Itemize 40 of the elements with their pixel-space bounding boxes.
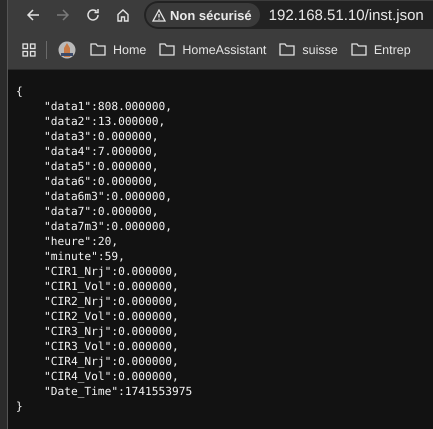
- json-brace: {: [16, 84, 24, 99]
- json-line: "CIR1_Vol":0.000000,: [44, 280, 179, 293]
- address-bar[interactable]: Non sécurisé 192.168.51.10/inst.json: [144, 1, 433, 29]
- url-text: 192.168.51.10/inst.json: [268, 6, 424, 24]
- json-line: "CIR4_Nrj":0.000000,: [44, 355, 179, 368]
- json-line: "data1":808.000000,: [44, 100, 172, 113]
- folder-icon: [279, 43, 296, 56]
- json-line: "data5":0.000000,: [44, 160, 159, 173]
- json-line: "data2":13.000000,: [44, 115, 166, 128]
- json-line: "CIR4_Vol":0.000000,: [44, 370, 179, 383]
- json-line: "data3":0.000000,: [44, 130, 159, 143]
- folder-icon: [90, 43, 106, 56]
- folder-icon: [350, 43, 367, 56]
- json-line: "CIR2_Vol":0.000000,: [44, 310, 179, 323]
- json-line: "CIR1_Nrj":0.000000,: [44, 265, 179, 278]
- json-line: "Date_Time":1741553975: [44, 385, 192, 398]
- apps-grid-icon[interactable]: [22, 42, 36, 56]
- json-line: "CIR3_Vol":0.000000,: [44, 340, 179, 353]
- folder-icon: [159, 43, 176, 56]
- warning-icon: [152, 8, 166, 22]
- forward-arrow-icon: [56, 8, 70, 22]
- json-line: "data6m3":0.000000,: [44, 190, 172, 203]
- json-line: "data6":0.000000,: [44, 175, 159, 188]
- site-favicon-icon[interactable]: [58, 40, 76, 58]
- json-line: "data4":7.000000,: [44, 145, 159, 158]
- bookmark-folder[interactable]: Entrep: [350, 42, 424, 56]
- json-line: "CIR3_Nrj":0.000000,: [44, 325, 179, 338]
- bookmark-folder[interactable]: Home: [90, 42, 160, 56]
- json-line: "CIR2_Nrj":0.000000,: [44, 295, 179, 308]
- json-line: "data7":0.000000,: [44, 205, 159, 218]
- home-icon: [116, 8, 130, 22]
- json-line: "data7m3":0.000000,: [44, 220, 172, 233]
- back-arrow-icon: [26, 8, 40, 22]
- reload-icon: [86, 8, 100, 22]
- json-line: "minute":59,: [44, 250, 125, 263]
- bookmark-folder[interactable]: HomeAssistant: [159, 42, 280, 56]
- json-line: "heure":20,: [44, 235, 118, 248]
- bookmark-folder[interactable]: suisse: [279, 42, 351, 56]
- json-brace: }: [16, 399, 24, 414]
- security-chip[interactable]: Non sécurisé: [146, 3, 260, 27]
